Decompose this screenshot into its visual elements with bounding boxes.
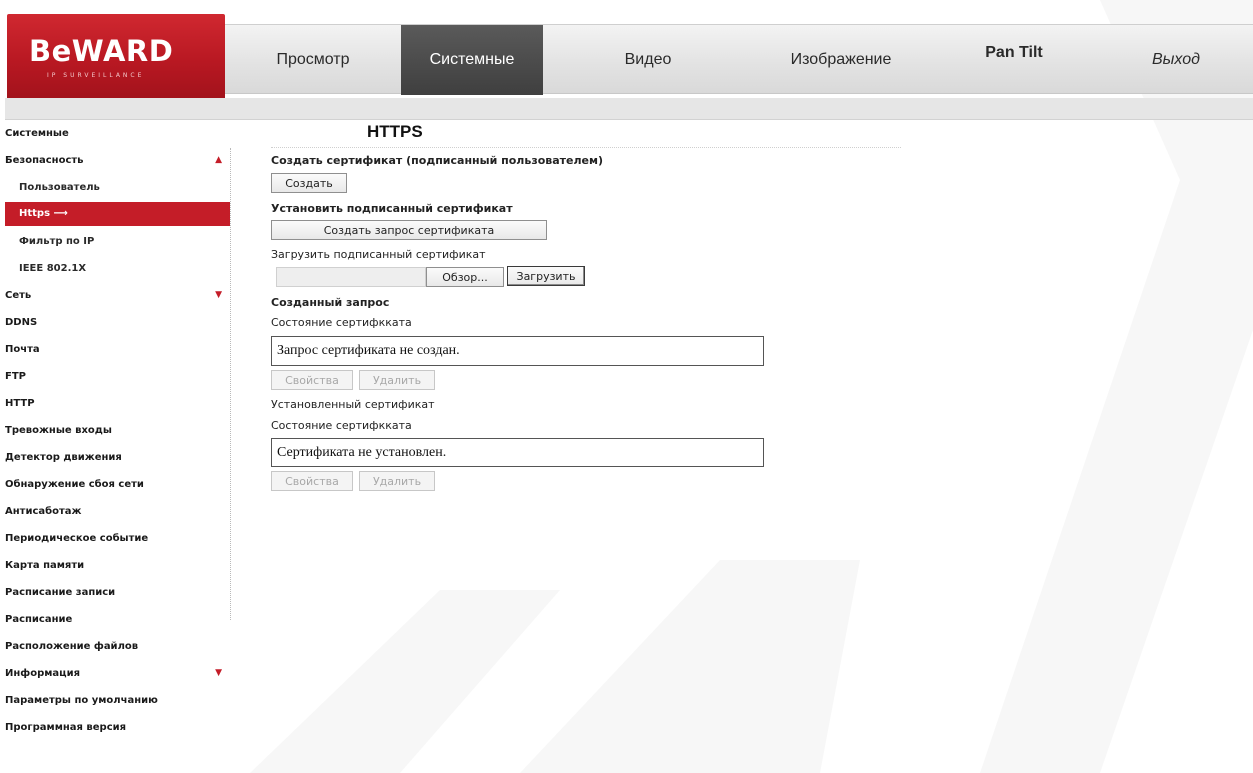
sidebar-item-network-failure[interactable]: Обнаружение сбоя сети [5,471,230,498]
sidebar-item-label: Системные [5,128,69,139]
sidebar-divider [230,148,231,620]
installed-status-label: Состояние сертифкката [271,419,412,432]
sidebar-item-memory-card[interactable]: Карта памяти [5,552,230,579]
arrow-down-icon: ▼ [215,668,222,678]
top-nav: Просмотр Системные Видео Изображение Pan… [225,24,1253,95]
sidebar-item-ddns[interactable]: DDNS [5,309,230,336]
sidebar-item-motion-detector[interactable]: Детектор движения [5,444,230,471]
nav-pan-tilt[interactable]: Pan Tilt [929,25,1099,95]
sidebar-item-label: Безопасность [5,155,84,166]
sidebar-item-label: Антисаботаж [5,506,82,517]
sidebar-item-label: Сеть [5,290,32,301]
sidebar-item-network[interactable]: Сеть ▼ [5,282,230,309]
sidebar-item-label: Https [19,208,51,219]
logo-brand-text: BeWARD [29,34,174,68]
sidebar-item-label: Обнаружение сбоя сети [5,479,144,490]
sidebar-item-label: FTP [5,371,26,382]
sidebar-item-label: Параметры по умолчанию [5,695,158,706]
sidebar-item-label: Пользователь [19,182,100,193]
nav-video[interactable]: Видео [543,25,753,95]
sidebar-item-ieee8021x[interactable]: IEEE 802.1X [5,255,230,282]
sidebar-item-defaults[interactable]: Параметры по умолчанию [5,687,230,714]
arrow-down-icon: ▼ [215,290,222,300]
sidebar-item-security[interactable]: Безопасность ▲ [5,147,230,174]
sidebar-item-label: IEEE 802.1X [19,263,87,274]
sidebar-item-label: HTTP [5,398,35,409]
installed-properties-button[interactable]: Свойства [271,471,353,491]
sidebar: Системные Безопасность ▲ Пользователь Htt… [5,120,230,741]
browse-button[interactable]: Обзор... [426,267,504,287]
page-title: HTTPS [367,122,423,141]
installed-status-box: Сертификата не установлен. [271,438,764,467]
sidebar-item-label: Тревожные входы [5,425,112,436]
request-properties-button[interactable]: Свойства [271,370,353,390]
create-cert-label: Создать сертификат (подписанный пользова… [271,154,604,167]
installed-delete-button[interactable]: Удалить [359,471,435,491]
nav-system[interactable]: Системные [401,25,543,95]
sidebar-item-label: Программная версия [5,722,127,733]
sidebar-item-alarm-inputs[interactable]: Тревожные входы [5,417,230,444]
sidebar-item-ip-filter[interactable]: Фильтр по IP [5,228,230,255]
sidebar-item-schedule[interactable]: Расписание [5,606,230,633]
arrow-up-icon: ▲ [215,155,222,165]
sidebar-item-label: Периодическое событие [5,533,149,544]
sidebar-item-record-schedule[interactable]: Расписание записи [5,579,230,606]
request-status-box: Запрос сертификата не создан. [271,336,764,366]
nav-logout[interactable]: Выход [1099,25,1253,95]
sidebar-item-label: Карта памяти [5,560,85,571]
nav-view[interactable]: Просмотр [225,25,401,95]
sidebar-item-label: DDNS [5,317,38,328]
install-cert-label: Установить подписанный сертификат [271,202,513,215]
sidebar-item-information[interactable]: Информация ▼ [5,660,230,687]
sidebar-item-label: Почта [5,344,40,355]
request-status-label: Состояние сертифкката [271,316,412,329]
arrow-right-icon: ⟶ [53,208,68,219]
create-button[interactable]: Создать [271,173,347,193]
sidebar-item-user[interactable]: Пользователь [5,174,230,201]
upload-button[interactable]: Загрузить [507,266,585,286]
upload-cert-label: Загрузить подписанный сертификат [271,248,486,261]
sub-bar [5,98,1253,120]
sidebar-item-label: Информация [5,668,80,679]
request-delete-button[interactable]: Удалить [359,370,435,390]
beward-logo: BeWARD IP SURVEILLANCE [7,14,225,102]
title-divider [271,147,901,148]
sidebar-item-firmware-version[interactable]: Программная версия [5,714,230,741]
sidebar-item-https[interactable]: Https ⟶ [5,202,230,226]
sidebar-item-label: Расписание записи [5,587,116,598]
created-request-label: Созданный запрос [271,296,390,309]
sidebar-item-ftp[interactable]: FTP [5,363,230,390]
header: BeWARD IP SURVEILLANCE Просмотр Системны… [5,6,1253,120]
sidebar-item-label: Детектор движения [5,452,122,463]
nav-image[interactable]: Изображение [753,25,929,95]
sidebar-item-http[interactable]: HTTP [5,390,230,417]
installed-cert-label: Установленный сертификат [271,398,435,411]
logo-tagline: IP SURVEILLANCE [47,72,145,79]
sidebar-item-label: Расписание [5,614,73,625]
sidebar-item-system[interactable]: Системные [5,120,230,147]
sidebar-item-label: Расположение файлов [5,641,139,652]
sidebar-item-tamper[interactable]: Антисаботаж [5,498,230,525]
create-request-button[interactable]: Создать запрос сертификата [271,220,547,240]
sidebar-item-periodic-event[interactable]: Периодическое событие [5,525,230,552]
sidebar-item-label: Фильтр по IP [19,236,95,247]
file-path-input[interactable] [276,267,426,287]
sidebar-item-mail[interactable]: Почта [5,336,230,363]
sidebar-item-file-location[interactable]: Расположение файлов [5,633,230,660]
